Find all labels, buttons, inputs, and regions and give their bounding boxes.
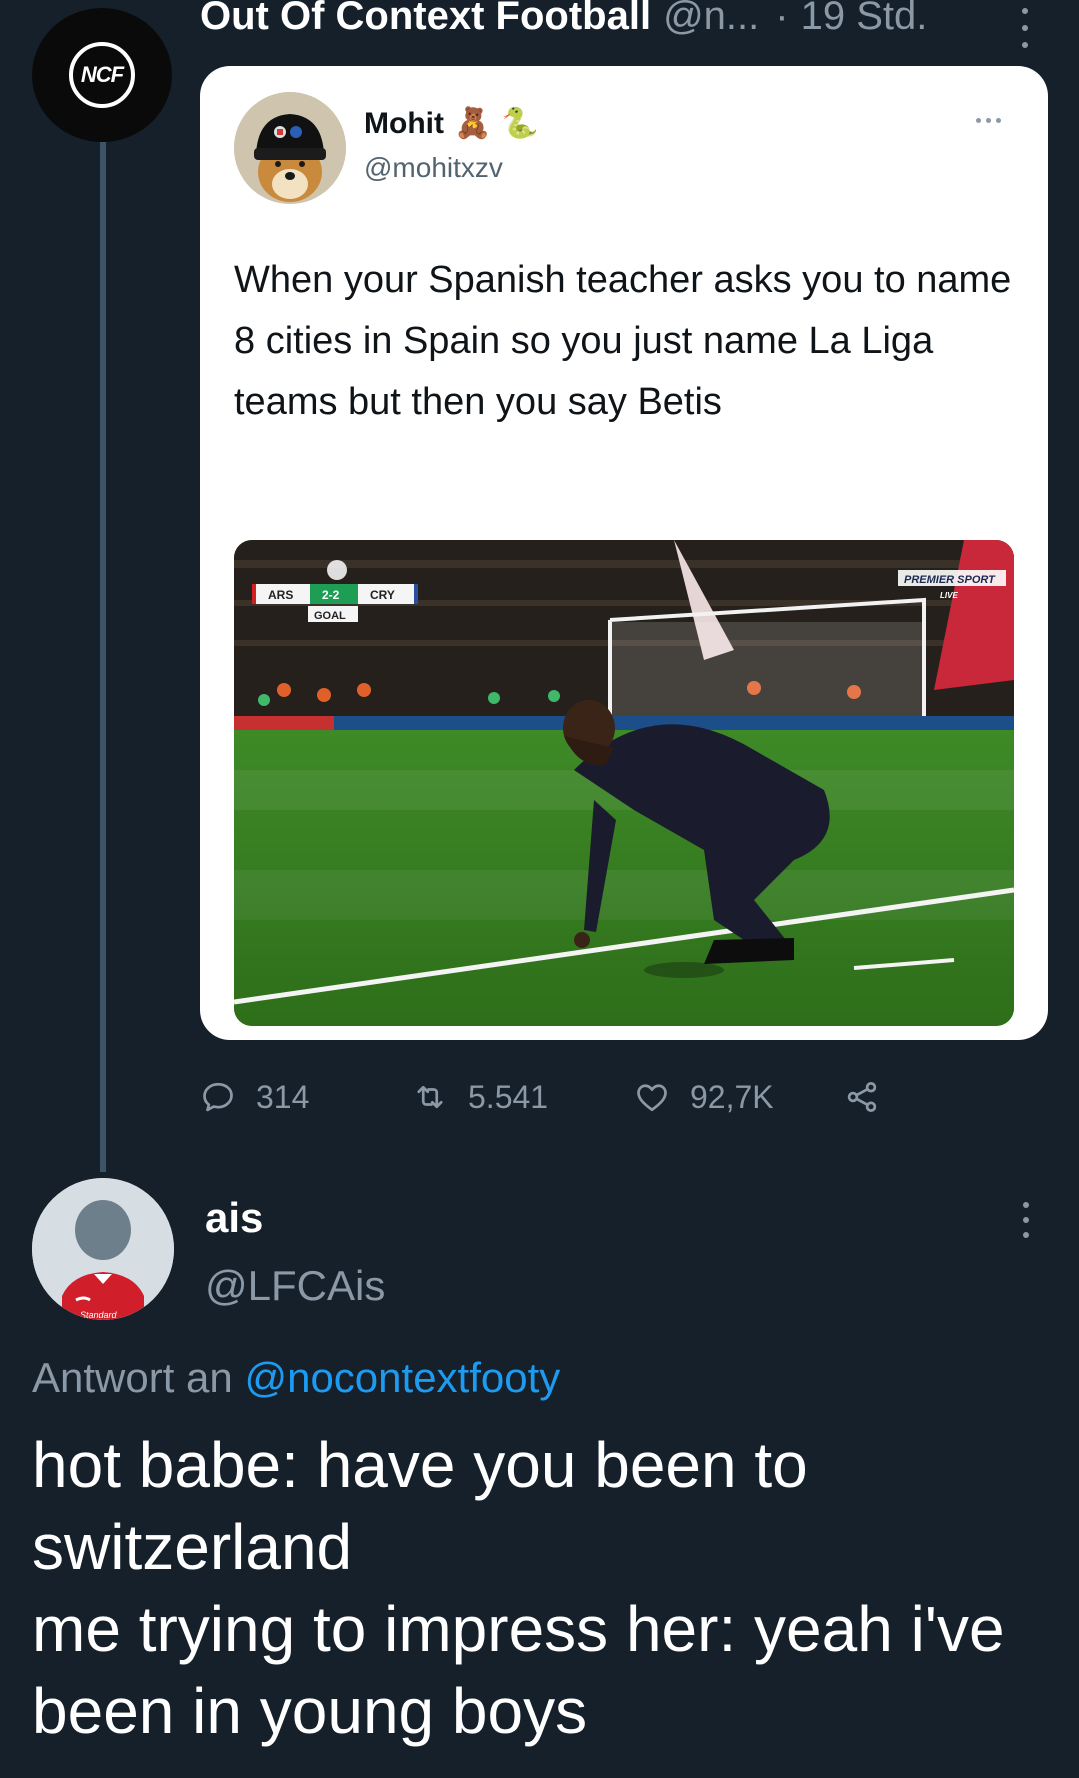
scorebug-away-team: CRY <box>370 588 395 602</box>
tweet-action-bar: 314 5.541 92,7K <box>200 1072 880 1122</box>
premier-league-lion-icon <box>327 560 347 580</box>
reply-to-handle-link[interactable]: @nocontextfooty <box>244 1354 560 1401</box>
share-icon <box>847 1082 877 1112</box>
tweet-media-image[interactable]: ARS 2-2 CRY GOAL PREMIER SPORT LIVE <box>234 540 1014 1026</box>
like-icon <box>637 1084 667 1112</box>
timeline: NCF Out Of Context Football @n... · 19 S… <box>0 0 1079 1778</box>
tweet-timestamp[interactable]: 19 Std. <box>801 0 928 39</box>
more-options-icon[interactable] <box>1019 1202 1033 1238</box>
reply-count: 314 <box>256 1078 310 1115</box>
avatar[interactable] <box>234 92 346 204</box>
tweet-text: When your Spanish teacher asks you to na… <box>234 259 1012 423</box>
like-count: 92,7K <box>690 1078 774 1115</box>
tweet-text-line: hot babe: have you been to <box>32 1429 808 1501</box>
svg-text:Standard: Standard <box>80 1310 118 1320</box>
author-name[interactable]: Out Of Context Football <box>200 0 651 39</box>
author-handle[interactable]: @mohitxzv <box>364 152 503 184</box>
retweet-count: 5.541 <box>468 1078 549 1115</box>
tweet-text: hot babe: have you been to switzerland m… <box>32 1424 1052 1752</box>
avatar[interactable]: Standard <box>32 1178 174 1320</box>
scorebug-event: GOAL <box>314 610 346 622</box>
default-profile-liverpool-shirt-icon: Standard <box>32 1178 174 1320</box>
like-button[interactable]: 92,7K <box>634 1079 844 1116</box>
broadcaster-logo: PREMIER SPORT <box>904 574 996 586</box>
reply-button[interactable]: 314 <box>200 1079 412 1116</box>
ncf-logo-icon: NCF <box>69 42 135 108</box>
tweet-text-line: switzerland <box>32 1511 353 1583</box>
reply-icon <box>203 1082 233 1112</box>
broadcaster-live-label: LIVE <box>940 591 958 600</box>
scorebug-home-team: ARS <box>268 588 293 602</box>
thread-connector-line <box>100 142 106 1172</box>
tweet-header: Out Of Context Football @n... · 19 Std. <box>200 0 927 44</box>
tweet-text-line: been in young boys <box>32 1675 588 1747</box>
teddy-bear-icon: 🧸 <box>453 107 492 140</box>
reply-prefix: Antwort an <box>32 1354 233 1401</box>
more-options-icon[interactable] <box>976 118 1001 123</box>
avatar[interactable]: NCF <box>32 8 172 142</box>
author-handle[interactable]: @n... <box>663 0 759 39</box>
author-handle[interactable]: @LFCAis <box>205 1262 385 1310</box>
retweet-icon <box>417 1085 443 1109</box>
author-name[interactable]: ais <box>205 1194 263 1242</box>
reply-context: Antwort an @nocontextfooty <box>32 1354 560 1402</box>
scorebug-score: 2-2 <box>322 588 340 602</box>
more-options-icon[interactable] <box>1018 8 1032 48</box>
tweet-text-line: me trying to impress her: yeah i've <box>32 1593 1005 1665</box>
author-name[interactable]: Mohit <box>364 107 444 141</box>
embedded-tweet-card[interactable]: Mohit 🧸 🐍 @mohitxzv When your Spanish te… <box>200 66 1048 1040</box>
retweet-button[interactable]: 5.541 <box>412 1079 634 1116</box>
shiba-beanie-avatar-icon <box>234 92 346 204</box>
separator-dot: · <box>775 0 789 38</box>
snake-icon: 🐍 <box>501 107 539 140</box>
author-name-row: Mohit 🧸 🐍 <box>364 106 539 141</box>
football-pitch-photo: ARS 2-2 CRY GOAL PREMIER SPORT LIVE <box>234 540 1014 1026</box>
share-button[interactable] <box>844 1079 880 1115</box>
